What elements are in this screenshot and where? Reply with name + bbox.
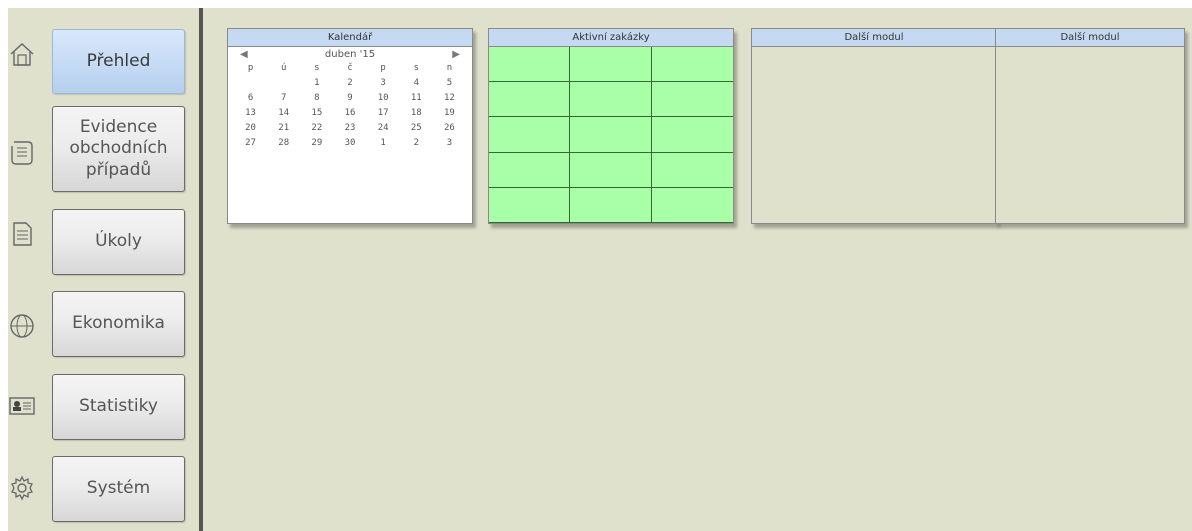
order-cell[interactable]: [651, 187, 733, 223]
calendar-day: [267, 76, 300, 91]
order-cell[interactable]: [489, 152, 571, 188]
left-border: [0, 0, 8, 531]
triangle-left-icon[interactable]: ◀: [240, 49, 248, 60]
order-cell[interactable]: [489, 187, 571, 223]
module-4: Další modul: [995, 28, 1185, 224]
calendar-day[interactable]: 5: [433, 76, 466, 91]
calendar-day[interactable]: 20: [234, 121, 267, 136]
module-3: Další modul: [751, 28, 997, 224]
calendar-day: [234, 76, 267, 91]
order-cell[interactable]: [489, 117, 571, 153]
active-orders-module: Aktivní zakázky: [488, 28, 734, 224]
weekday-header: n: [446, 63, 453, 73]
nav-system-label: Systém: [86, 478, 151, 499]
calendar-day[interactable]: 7: [267, 91, 300, 106]
sidebar-divider: [199, 8, 203, 531]
calendar-day[interactable]: 2: [400, 136, 433, 151]
nav-evidence-button[interactable]: Evidence obchodních případů: [52, 106, 185, 192]
order-cell[interactable]: [651, 47, 733, 83]
module-4-title: Další modul: [996, 29, 1184, 47]
order-cell[interactable]: [570, 82, 652, 118]
order-cell[interactable]: [651, 117, 733, 153]
order-cell[interactable]: [570, 152, 652, 188]
nav-prehled-label: Přehled: [86, 50, 151, 71]
contact-card-icon[interactable]: [8, 392, 36, 420]
weekday-header: s: [314, 63, 320, 73]
calendar-day[interactable]: 28: [267, 136, 300, 151]
weekday-header: č: [347, 63, 353, 73]
nav-statistiky-button[interactable]: Statistiky: [52, 374, 185, 440]
calendar-day[interactable]: 16: [333, 106, 366, 121]
calendar-day[interactable]: 3: [367, 76, 400, 91]
top-border: [0, 0, 1192, 8]
order-cell[interactable]: [570, 117, 652, 153]
calendar-day[interactable]: 15: [300, 106, 333, 121]
calendar-nav: ◀ duben '15 ▶: [228, 47, 472, 61]
calendar-day[interactable]: 30: [333, 136, 366, 151]
calendar-day[interactable]: 19: [433, 106, 466, 121]
active-orders-title: Aktivní zakázky: [489, 29, 733, 47]
module-3-title: Další modul: [752, 29, 996, 47]
calendar-day[interactable]: 18: [400, 106, 433, 121]
nav-ekonomika-label: Ekonomika: [72, 313, 165, 334]
calendar-day[interactable]: 27: [234, 136, 267, 151]
calendar-grid: p ú s č p s n 1 2 3 4 5 6 7 8 9 10 11 12 13 14 15 16 17 18 19 20 21…: [228, 61, 472, 151]
order-cell[interactable]: [651, 152, 733, 188]
order-cell[interactable]: [570, 187, 652, 223]
calendar-day[interactable]: 24: [367, 121, 400, 136]
nav-statistiky-label: Statistiky: [79, 396, 158, 417]
calendar-day[interactable]: 10: [367, 91, 400, 106]
nav-evidence-label: Evidence obchodních případů: [69, 117, 168, 180]
calendar-day[interactable]: 1: [300, 76, 333, 91]
calendar-month: duben '15: [324, 48, 376, 60]
active-orders-grid: [489, 47, 733, 223]
weekday-header: p: [380, 63, 386, 73]
globe-icon[interactable]: [8, 312, 36, 340]
order-cell[interactable]: [489, 47, 571, 83]
calendar-day[interactable]: 21: [267, 121, 300, 136]
weekday-header: ú: [281, 63, 287, 73]
calendar-module: Kalendář ◀ duben '15 ▶ púsčpsn1234567891…: [227, 28, 473, 224]
calendar-day[interactable]: 11: [400, 91, 433, 106]
calendar-day[interactable]: 6: [234, 91, 267, 106]
calendar-day[interactable]: 12: [433, 91, 466, 106]
calendar-day[interactable]: 26: [433, 121, 466, 136]
order-cell[interactable]: [489, 82, 571, 118]
calendar-day[interactable]: 25: [400, 121, 433, 136]
nav-system-button[interactable]: Systém: [52, 456, 185, 522]
weekday-header: s: [413, 63, 419, 73]
gear-icon[interactable]: [8, 474, 36, 502]
calendar-day[interactable]: 23: [333, 121, 366, 136]
home-icon[interactable]: [8, 40, 36, 68]
calendar-day[interactable]: 17: [367, 106, 400, 121]
calendar-day[interactable]: 9: [333, 91, 366, 106]
calendar-day[interactable]: 8: [300, 91, 333, 106]
order-cell[interactable]: [651, 82, 733, 118]
calendar-day[interactable]: 2: [333, 76, 366, 91]
nav-ukoly-button[interactable]: Úkoly: [52, 209, 185, 275]
calendar-day[interactable]: 4: [400, 76, 433, 91]
nav-ekonomika-button[interactable]: Ekonomika: [52, 291, 185, 357]
calendar-title: Kalendář: [228, 29, 472, 47]
calendar-day[interactable]: 14: [267, 106, 300, 121]
nav-prehled-button[interactable]: Přehled: [52, 29, 185, 94]
calendar-day[interactable]: 29: [300, 136, 333, 151]
weekday-header: p: [247, 63, 254, 73]
triangle-right-icon[interactable]: ▶: [452, 49, 460, 60]
calendar-day[interactable]: 1: [367, 136, 400, 151]
document-icon[interactable]: [8, 220, 36, 248]
nav-ukoly-label: Úkoly: [95, 231, 142, 252]
scroll-icon[interactable]: [8, 138, 36, 166]
calendar-day[interactable]: 13: [234, 106, 267, 121]
order-cell[interactable]: [570, 47, 652, 83]
calendar-day[interactable]: 3: [433, 136, 466, 151]
calendar-day[interactable]: 22: [300, 121, 333, 136]
